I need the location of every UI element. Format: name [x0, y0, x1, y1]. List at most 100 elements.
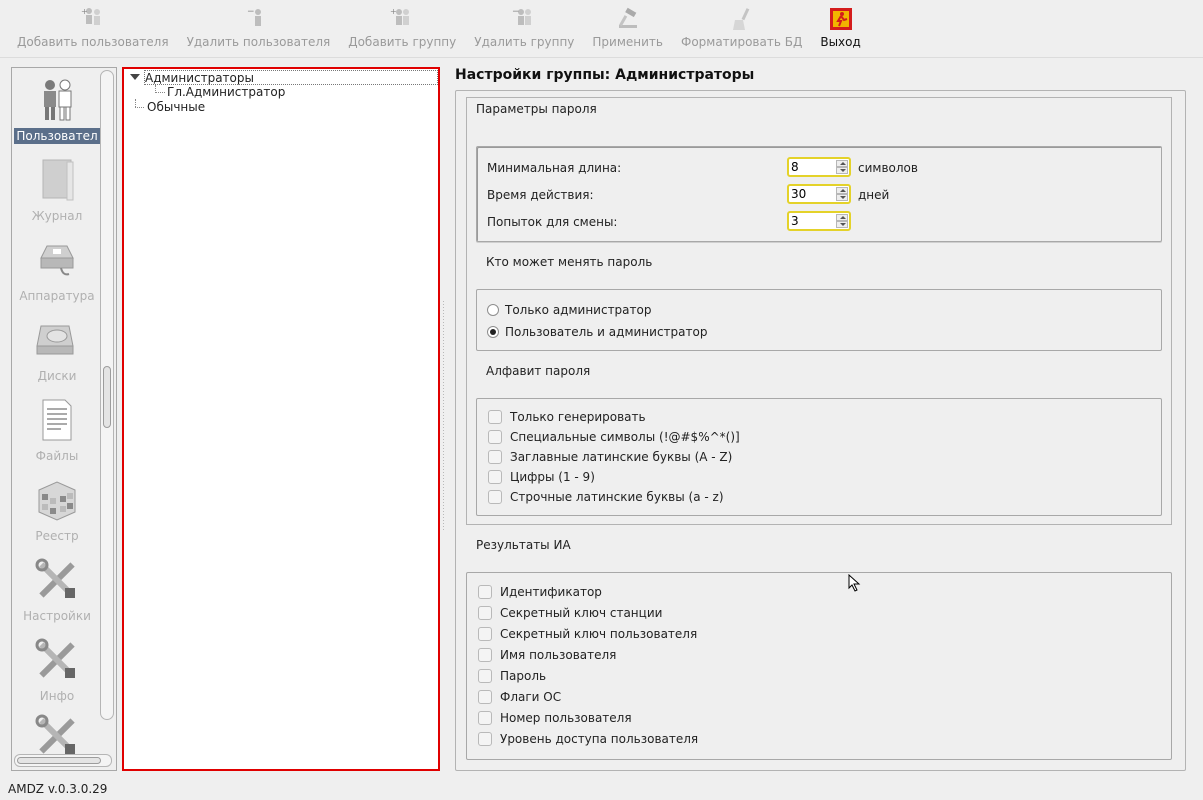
tree-item-regular[interactable]: Обычные [147, 100, 205, 115]
who-can-change-title: Кто может менять пароль [486, 255, 653, 269]
spin-down-icon[interactable] [836, 194, 848, 201]
min-length-label: Минимальная длина: [487, 161, 622, 175]
sidebar-item-disks[interactable]: Диски [14, 312, 100, 392]
checkbox-label[interactable]: Заглавные латинские буквы (A - Z) [510, 450, 732, 464]
svg-text:−: − [512, 7, 520, 17]
checkbox-password[interactable] [478, 669, 492, 683]
toolbar: + Добавить пользователя − Удалить пользо… [0, 0, 1203, 58]
delete-user-icon: − [247, 7, 262, 26]
format-db-button[interactable]: Форматировать БД [672, 0, 811, 56]
delete-user-button[interactable]: − Удалить пользователя [178, 0, 340, 56]
min-length-spinbox[interactable] [787, 157, 851, 177]
sidebar-item-registry[interactable]: Реестр [14, 472, 100, 552]
sidebar-item-label: Файлы [35, 449, 79, 463]
checkbox-label[interactable]: Секретный ключ пользователя [500, 627, 697, 641]
validity-input[interactable] [789, 186, 835, 202]
exit-icon [829, 8, 852, 30]
sidebar-horizontal-scroll-thumb[interactable] [17, 757, 101, 764]
min-length-input[interactable] [789, 159, 835, 175]
checkbox-username[interactable] [478, 648, 492, 662]
spin-up-icon[interactable] [836, 214, 848, 221]
sidebar-item-label: Аппаратура [19, 289, 95, 303]
checkbox-label[interactable]: Флаги ОС [500, 690, 561, 704]
spin-up-icon[interactable] [836, 187, 848, 194]
sidebar-item-settings[interactable]: Настройки [14, 552, 100, 632]
hardware-icon [40, 245, 74, 276]
checkbox-digits[interactable] [488, 470, 502, 484]
disks-icon [36, 325, 74, 355]
checkbox-label[interactable]: Цифры (1 - 9) [510, 470, 595, 484]
files-icon [42, 399, 72, 441]
sidebar-item-hardware[interactable]: Аппаратура [14, 232, 100, 312]
add-group-icon: + [390, 7, 410, 25]
password-params-title: Параметры пароля [476, 102, 597, 116]
panel-splitter[interactable] [442, 300, 446, 530]
radio-user-and-admin-label[interactable]: Пользователь и администратор [505, 325, 707, 339]
apply-label: Применить [592, 35, 663, 49]
checkbox-os-flags[interactable] [478, 690, 492, 704]
mouse-cursor-icon [848, 574, 861, 592]
add-user-button[interactable]: + Добавить пользователя [8, 0, 178, 56]
validity-unit: дней [858, 188, 890, 202]
spin-down-icon[interactable] [836, 167, 848, 174]
checkbox-access-level[interactable] [478, 732, 492, 746]
group-tree[interactable]: Администраторы Гл.Администратор Обычные [122, 67, 440, 771]
checkbox-label[interactable]: Уровень доступа пользователя [500, 732, 698, 746]
delete-group-button[interactable]: − Удалить группу [465, 0, 583, 56]
add-group-label: Добавить группу [348, 35, 457, 49]
spin-up-icon[interactable] [836, 160, 848, 167]
checkbox-uppercase-latin[interactable] [488, 450, 502, 464]
attempts-input[interactable] [789, 213, 835, 229]
tree-connector [135, 99, 136, 107]
checkbox-user-key[interactable] [478, 627, 492, 641]
sidebar-item-journal[interactable]: Журнал [14, 152, 100, 232]
registry-icon [38, 481, 76, 521]
info-icon [35, 638, 75, 678]
sidebar-item-info[interactable]: Инфо [14, 632, 100, 712]
checkbox-generate-only[interactable] [488, 410, 502, 424]
sidebar-vertical-scroll-thumb[interactable] [103, 366, 111, 428]
tree-connector [135, 107, 144, 108]
tree-item-label: Обычные [147, 100, 206, 114]
validity-spinbox[interactable] [787, 184, 851, 204]
min-length-unit: символов [858, 161, 918, 175]
radio-user-and-admin[interactable] [487, 326, 499, 338]
checkbox-lowercase-latin[interactable] [488, 490, 502, 504]
sidebar-item-users[interactable]: Пользовател [14, 72, 100, 152]
tree-item-administrators[interactable]: Администраторы [144, 70, 438, 85]
radio-admin-only[interactable] [487, 304, 499, 316]
sidebar-vertical-scrollbar[interactable] [100, 70, 114, 720]
app-window: + Добавить пользователя − Удалить пользо… [0, 0, 1203, 800]
exit-button[interactable]: Выход [811, 0, 869, 56]
checkbox-label[interactable]: Только генерировать [510, 410, 646, 424]
radio-admin-only-label[interactable]: Только администратор [505, 303, 651, 317]
checkbox-label[interactable]: Имя пользователя [500, 648, 616, 662]
apply-button[interactable]: Применить [583, 0, 672, 56]
sidebar-item-label: Пользовател [14, 128, 100, 144]
checkbox-label[interactable]: Строчные латинские буквы (a - z) [510, 490, 724, 504]
delete-user-label: Удалить пользователя [186, 35, 331, 49]
checkbox-special-chars[interactable] [488, 430, 502, 444]
checkbox-label[interactable]: Идентификатор [500, 585, 602, 599]
tree-item-chief-admin[interactable]: Гл.Администратор [167, 85, 285, 100]
checkbox-identifier[interactable] [478, 585, 492, 599]
spin-down-icon[interactable] [836, 221, 848, 228]
checkbox-user-number[interactable] [478, 711, 492, 725]
checkbox-station-key[interactable] [478, 606, 492, 620]
checkbox-label[interactable]: Секретный ключ станции [500, 606, 662, 620]
checkbox-label[interactable]: Специальные символы (!@#$%^*()] [510, 430, 740, 444]
checkbox-label[interactable]: Номер пользователя [500, 711, 632, 725]
sidebar-horizontal-scrollbar[interactable] [14, 754, 112, 767]
add-group-button[interactable]: + Добавить группу [339, 0, 465, 56]
validity-label: Время действия: [487, 188, 594, 202]
checkbox-label[interactable]: Пароль [500, 669, 546, 683]
tree-item-label: Гл.Администратор [167, 85, 286, 99]
attempts-spinbox[interactable] [787, 211, 851, 231]
expand-arrow-icon[interactable] [130, 74, 140, 80]
alphabet-title: Алфавит пароля [486, 364, 591, 378]
delete-group-icon: − [512, 7, 532, 25]
broom-icon [732, 8, 750, 30]
svg-text:−: − [247, 7, 255, 17]
delete-group-label: Удалить группу [474, 35, 575, 49]
sidebar-item-files[interactable]: Файлы [14, 392, 100, 472]
